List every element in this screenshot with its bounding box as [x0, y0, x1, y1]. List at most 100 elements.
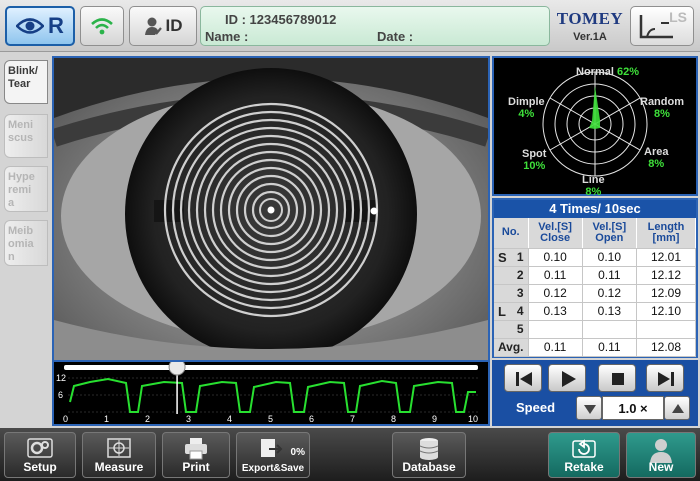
speed-label: Speed	[516, 400, 556, 415]
row-no-cell: L4	[494, 302, 529, 321]
table-row[interactable]: 2 0.11 0.11 12.12	[494, 266, 697, 285]
print-button[interactable]: Print	[162, 432, 230, 478]
wifi-button[interactable]	[80, 6, 124, 46]
blink-timeline[interactable]: 12 6 0 1 2 3 4 5 6 7 8 9 10	[52, 358, 490, 426]
table-row[interactable]: 5	[494, 320, 697, 339]
radar-line-pct: 8%	[585, 186, 602, 198]
brand-logo-text: TOMEY	[556, 9, 624, 28]
radar-random-name: Random	[640, 96, 684, 108]
patient-name-text: Name :	[205, 29, 249, 44]
measure-button[interactable]: Measure	[82, 432, 156, 478]
row-no-cell: 3	[494, 284, 529, 303]
wifi-icon	[91, 18, 113, 35]
x-tick-6: 6	[309, 414, 314, 424]
tab-hyperemia[interactable]: Hype remi a	[4, 166, 48, 212]
x-tick-1: 1	[104, 414, 109, 424]
x-tick-5: 5	[268, 414, 273, 424]
y-tick-12: 12	[56, 373, 66, 383]
row-side-marker: S	[498, 249, 507, 265]
table-row-average: Avg. 0.11 0.11 12.08	[494, 338, 697, 357]
radar-random-pct: 8%	[654, 108, 670, 120]
patient-info-box[interactable]: ID : 123456789012 Name : Date :	[200, 6, 550, 46]
tab-meniscus[interactable]: Meni scus	[4, 114, 48, 158]
row-number: 2	[516, 268, 524, 282]
new-patient-button[interactable]: New	[626, 432, 696, 478]
tab-hyperemia-label: Hype remi a	[8, 171, 35, 209]
stop-icon	[612, 373, 624, 385]
cell-length: 12.01	[636, 248, 697, 267]
y-tick-6: 6	[58, 390, 63, 400]
x-tick-7: 7	[350, 414, 355, 424]
export-save-button[interactable]: 0% Export&Save	[236, 432, 310, 478]
retake-label: Retake	[564, 460, 604, 474]
table-row[interactable]: S1 0.10 0.10 12.01	[494, 248, 697, 267]
database-button[interactable]: Database	[392, 432, 466, 478]
cell-open: 0.10	[582, 248, 637, 267]
x-tick-10: 10	[468, 414, 478, 424]
table-row[interactable]: L4 0.13 0.13 12.10	[494, 302, 697, 321]
row-number: 3	[516, 286, 524, 300]
cell-length	[636, 320, 697, 339]
cell-length: 12.08	[636, 338, 697, 357]
speed-value: 1.0 ×	[602, 396, 664, 420]
patient-id-text: ID : 123456789012	[225, 12, 337, 27]
new-label: New	[648, 460, 674, 474]
x-tick-9: 9	[432, 414, 437, 424]
cell-close: 0.13	[528, 302, 583, 321]
patient-date-text: Date :	[377, 29, 414, 44]
radar-polygon	[589, 86, 600, 129]
radar-area-pct: 8%	[648, 158, 665, 170]
radar-area-name: Area	[644, 146, 669, 158]
skip-forward-button[interactable]	[646, 364, 684, 392]
speed-increase-button[interactable]	[664, 396, 690, 420]
radar-normal-pct: 62%	[616, 66, 639, 78]
col-header-length: Length [mm]	[636, 218, 697, 249]
retake-button[interactable]: Retake	[548, 432, 620, 478]
chin-rest-icon	[639, 15, 673, 39]
stop-button[interactable]	[598, 364, 636, 392]
cell-open: 0.12	[582, 284, 637, 303]
radar-spot-name: Spot	[522, 148, 547, 160]
ls-mode-button[interactable]: LS	[630, 6, 694, 46]
col-header-no: No.	[494, 218, 529, 249]
tear-film-pattern-radar: Normal 62% Random 8% Area 8% Line 8% Spot 10…	[492, 56, 698, 198]
col-header-close: Vel.[S] Close	[528, 218, 583, 249]
bottom-toolbar: Setup Measure Print 0% Export&Save Datab…	[0, 428, 700, 481]
skip-back-icon	[516, 372, 532, 386]
cell-close	[528, 320, 583, 339]
database-label: Database	[402, 460, 456, 474]
tab-meibomian[interactable]: Meib omia n	[4, 220, 48, 266]
table-row[interactable]: 3 0.12 0.12 12.09	[494, 284, 697, 303]
eye-icon	[16, 18, 45, 34]
eye-image-viewer[interactable]	[52, 56, 490, 362]
tab-blink-tear[interactable]: Blink/ Tear	[4, 60, 48, 104]
patient-id-button[interactable]: ID	[129, 6, 197, 46]
speed-decrease-button[interactable]	[576, 396, 602, 420]
setup-label: Setup	[23, 460, 57, 474]
database-icon	[419, 438, 439, 460]
radar-label-normal: Normal 62%	[576, 66, 639, 78]
gear-icon	[27, 438, 53, 458]
setup-button[interactable]: Setup	[4, 432, 76, 478]
row-no-cell: 2	[494, 266, 529, 285]
radar-label-random: Random 8%	[640, 96, 684, 120]
play-button[interactable]	[548, 364, 586, 392]
triangle-up-icon	[672, 404, 684, 413]
timeline-chart: 12 6 0 1 2 3 4 5 6 7 8 9 10	[56, 358, 480, 424]
x-tick-2: 2	[145, 414, 150, 424]
x-tick-0: 0	[63, 414, 68, 424]
eye-image	[54, 58, 488, 360]
row-number: 1	[516, 249, 524, 264]
cell-close: 0.12	[528, 284, 583, 303]
measure-icon	[107, 438, 131, 458]
skip-back-button[interactable]	[504, 364, 542, 392]
brand-logo: TOMEY Ver.1A	[552, 6, 628, 46]
cell-close: 0.11	[528, 338, 583, 357]
eye-side-button[interactable]: R	[5, 6, 75, 46]
radar-dimple-pct: 4%	[518, 108, 535, 120]
eye-side-label: R	[48, 13, 64, 38]
x-tick-4: 4	[227, 414, 232, 424]
radar-label-spot: Spot 10%	[522, 148, 546, 172]
cell-length: 12.10	[636, 302, 697, 321]
cell-open: 0.11	[582, 338, 637, 357]
